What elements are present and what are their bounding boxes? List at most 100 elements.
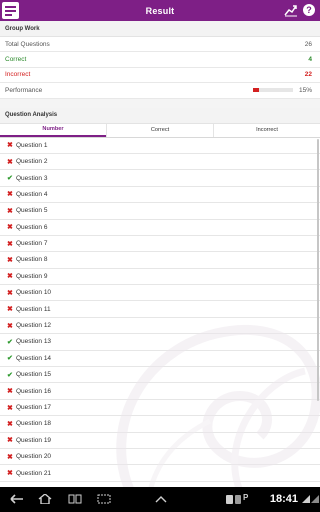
list-item[interactable]: ✖ Question 19 [0, 432, 320, 449]
cross-icon: ✖ [7, 158, 13, 166]
check-icon: ✔ [7, 371, 13, 379]
cross-icon: ✖ [7, 240, 13, 248]
list-item[interactable]: ✖ Question 12 [0, 317, 320, 335]
list-item[interactable]: ✖ Question 16 [0, 383, 320, 400]
app-menu-icon[interactable] [2, 2, 19, 19]
question-label: Question 17 [16, 404, 52, 411]
total-questions-label: Total Questions [5, 40, 50, 48]
home-icon[interactable] [38, 493, 52, 507]
recent-apps-icon[interactable] [68, 494, 82, 507]
list-item[interactable]: ✖ Question 7 [0, 235, 320, 253]
cross-icon: ✖ [7, 322, 13, 330]
question-label: Question 3 [16, 174, 48, 182]
back-icon[interactable] [10, 494, 24, 507]
battery-icon [226, 495, 233, 504]
analysis-tabs: Number Correct Incorrect [0, 123, 320, 138]
question-label: Question 16 [16, 387, 52, 395]
status-clock: 18:41 [269, 493, 298, 505]
system-nav-bar: P 18:41 [0, 487, 320, 512]
question-label: Question 1 [16, 141, 48, 149]
list-item[interactable]: ✖ Question 9 [0, 268, 320, 286]
incorrect-value: 22 [304, 71, 312, 79]
list-item[interactable]: ✖ Question 5 [0, 203, 320, 220]
result-content: Group Work Total Questions 26 Correct 4 … [0, 21, 320, 487]
total-questions-row: Total Questions 26 [0, 37, 320, 53]
question-label: Question 4 [16, 190, 48, 198]
page-title: Result [145, 5, 175, 16]
question-label: Question 18 [16, 420, 52, 428]
cross-icon: ✖ [7, 142, 13, 150]
performance-value: 15% [298, 86, 312, 94]
list-item[interactable]: ✔ Question 3 [0, 170, 320, 187]
question-label: Question 19 [16, 436, 52, 444]
cross-icon: ✖ [7, 306, 13, 314]
list-item[interactable]: ✔ Question 15 [0, 367, 320, 384]
performance-indicator: 15% [252, 86, 312, 94]
list-item[interactable]: ✖ Question 2 [0, 153, 320, 171]
question-label: Question 20 [16, 453, 52, 461]
group-work-header: Group Work [0, 21, 320, 37]
list-item[interactable]: ✖ Question 8 [0, 252, 320, 269]
cross-icon: ✖ [7, 470, 13, 478]
question-label: Question 12 [16, 322, 52, 330]
performance-bar-fill [252, 88, 259, 93]
section-divider [0, 98, 320, 108]
cross-icon: ✖ [7, 191, 13, 199]
question-label: Question 13 [16, 338, 52, 346]
tab-incorrect[interactable]: Incorrect [213, 123, 320, 137]
screenshot-icon[interactable] [97, 494, 111, 507]
performance-row: Performance 15% [0, 83, 320, 99]
check-icon: ✔ [7, 338, 13, 346]
help-icon[interactable]: ? [303, 4, 315, 16]
tab-correct[interactable]: Correct [106, 123, 213, 137]
question-label: Question 10 [16, 289, 52, 297]
question-label: Question 6 [16, 223, 48, 231]
question-label: Question 9 [16, 272, 48, 280]
question-label: Question 5 [16, 207, 48, 215]
question-label: Question 21 [16, 469, 52, 477]
incorrect-row: Incorrect 22 [0, 67, 320, 84]
correct-label: Correct [5, 56, 27, 64]
cross-icon: ✖ [7, 273, 13, 281]
action-bar: Result ? [0, 0, 320, 21]
up-arrow-icon[interactable] [155, 494, 167, 507]
list-item[interactable]: ✖ Question 1 [0, 137, 320, 154]
question-label: Question 2 [16, 158, 48, 166]
list-item[interactable]: ✖ Question 6 [0, 219, 320, 236]
cross-icon: ✖ [7, 437, 13, 445]
cross-icon: ✖ [7, 224, 13, 232]
cross-icon: ✖ [7, 289, 13, 297]
performance-label: Performance [5, 86, 43, 94]
list-item[interactable]: ✖ Question 18 [0, 416, 320, 433]
list-item[interactable]: ✖ Question 20 [0, 448, 320, 466]
signal-icon [311, 495, 319, 506]
list-item[interactable]: ✔ Question 14 [0, 350, 320, 368]
list-scrollbar[interactable] [317, 139, 319, 401]
app-root: Result ? Group Work Total Questions 26 C… [0, 0, 320, 512]
question-label: Question 15 [16, 371, 52, 379]
cross-icon: ✖ [7, 420, 13, 428]
cross-icon: ✖ [7, 453, 13, 461]
incorrect-label: Incorrect [5, 71, 31, 79]
cross-icon: ✖ [7, 404, 13, 412]
list-item[interactable]: ✖ Question 21 [0, 465, 320, 482]
tab-number[interactable]: Number [0, 124, 106, 137]
check-icon: ✔ [7, 175, 13, 183]
wifi-icon [302, 495, 310, 506]
cross-icon: ✖ [7, 256, 13, 264]
correct-row: Correct 4 [0, 52, 320, 68]
sd-card-icon [235, 495, 241, 504]
list-item[interactable]: ✖ Question 4 [0, 186, 320, 204]
question-label: Question 14 [16, 354, 52, 362]
trend-chart-icon[interactable] [284, 3, 298, 17]
list-item[interactable]: ✖ Question 17 [0, 399, 320, 417]
cross-icon: ✖ [7, 388, 13, 396]
question-label: Question 7 [16, 240, 48, 248]
question-analysis-header: Question Analysis [0, 107, 320, 124]
performance-bar [252, 88, 293, 93]
list-item[interactable]: ✖ Question 11 [0, 301, 320, 318]
correct-value: 4 [308, 56, 312, 64]
list-item[interactable]: ✖ Question 10 [0, 285, 320, 302]
check-icon: ✔ [7, 355, 13, 363]
list-item[interactable]: ✔ Question 13 [0, 334, 320, 351]
